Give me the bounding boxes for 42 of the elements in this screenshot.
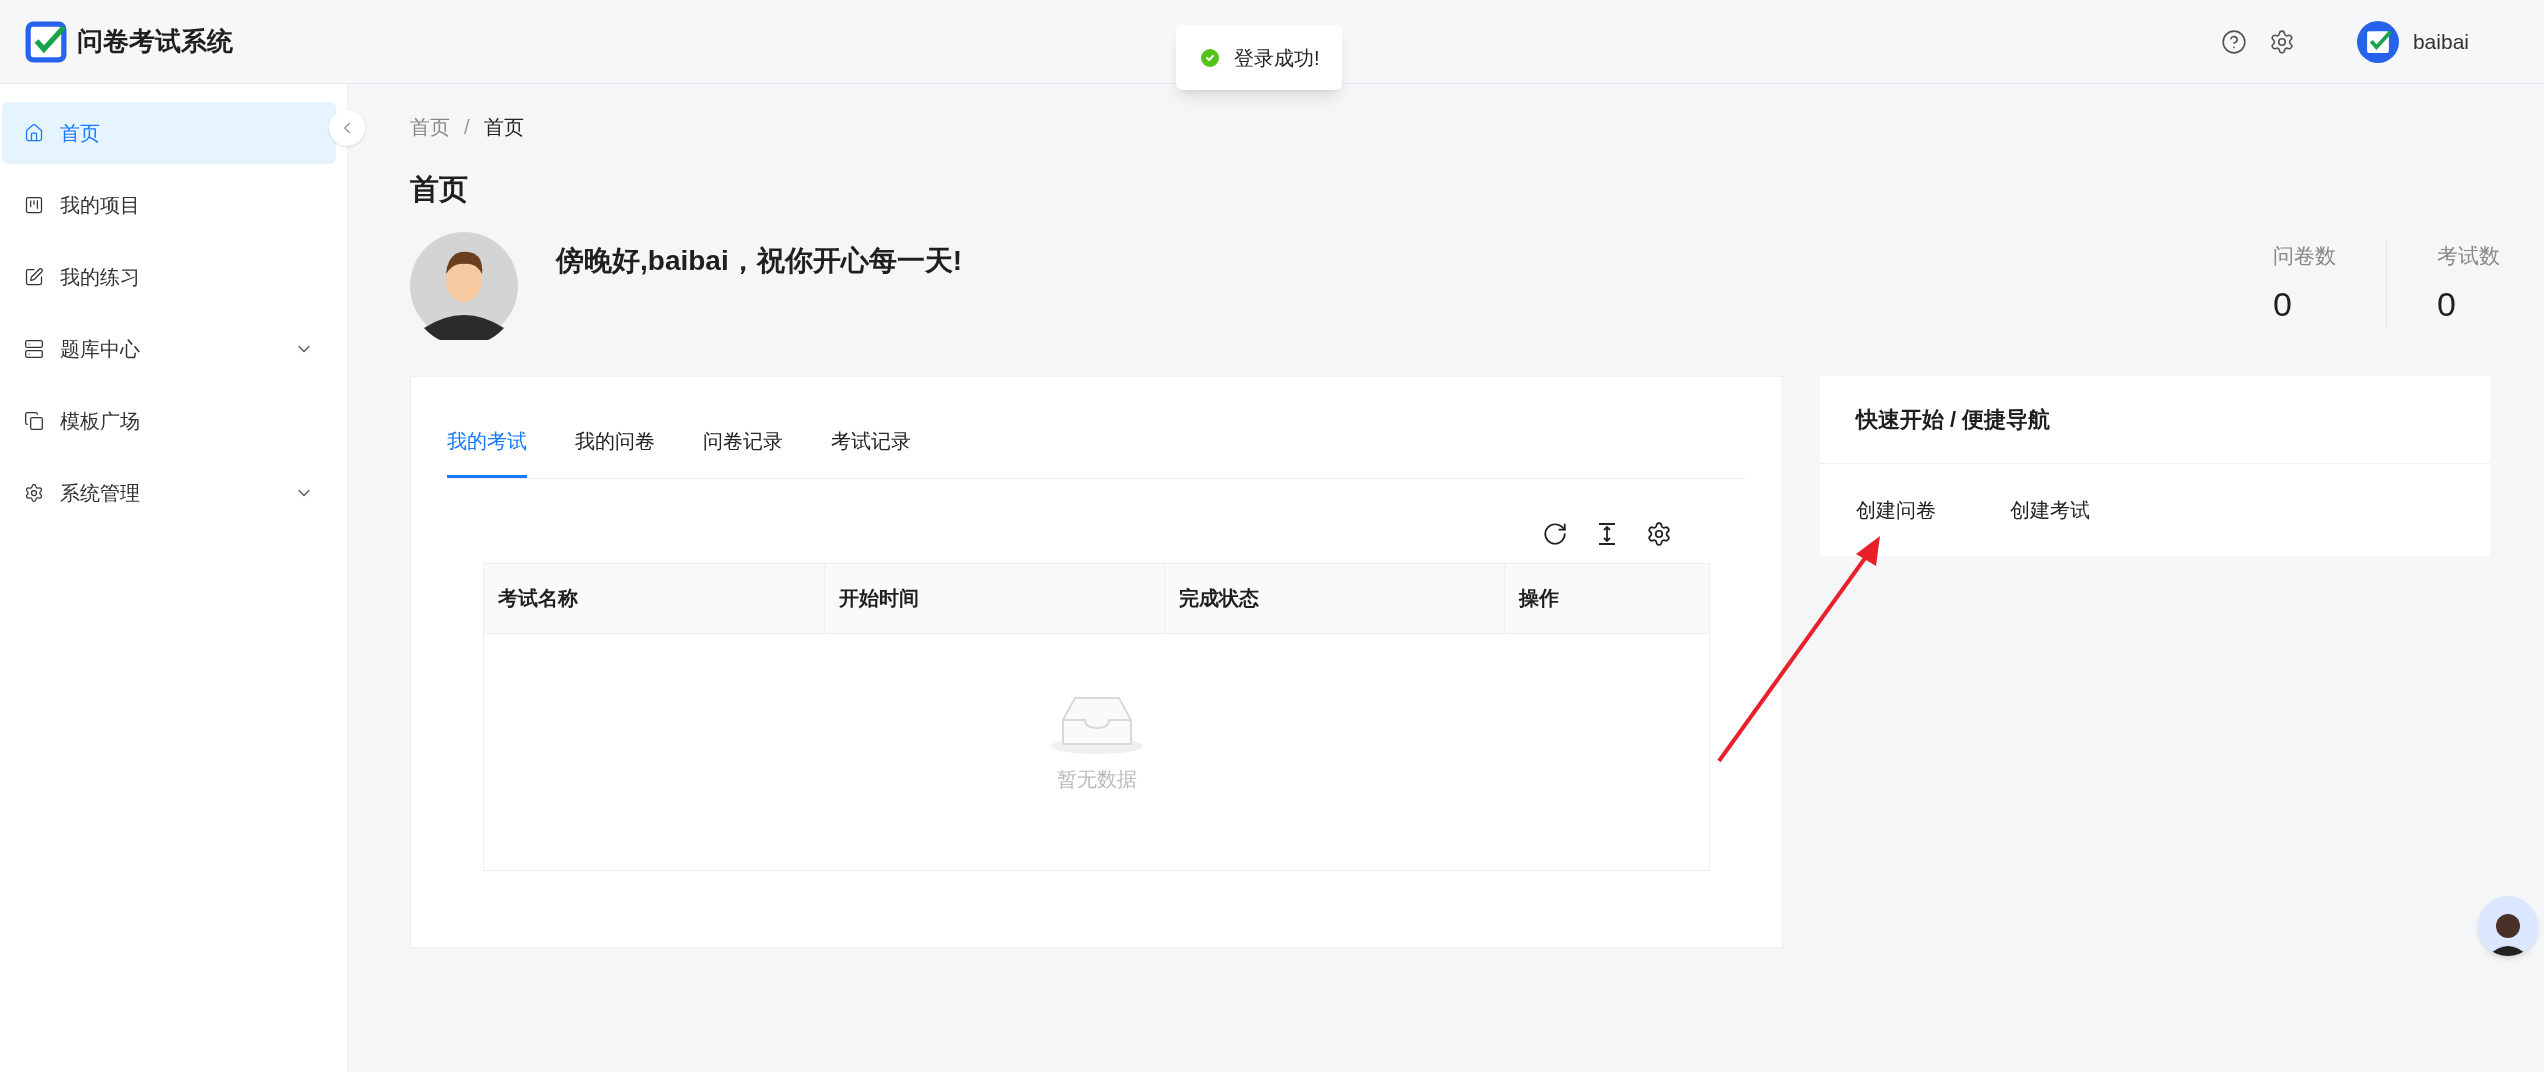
column-header: 完成状态 — [1164, 563, 1504, 633]
assistant-avatar[interactable] — [2478, 896, 2538, 956]
user-name[interactable]: baibai — [2412, 25, 2469, 58]
sidebar-item[interactable]: 系统管理 — [2, 462, 336, 524]
settings-icon[interactable] — [2268, 28, 2295, 55]
copy-icon — [24, 411, 44, 431]
breadcrumb-separator: / — [464, 115, 470, 140]
app-title: 问卷考试系统 — [77, 25, 233, 58]
sidebar-item[interactable]: 我的项目 — [2, 174, 336, 236]
home-icon — [24, 123, 44, 143]
stat-value: 0 — [2437, 284, 2457, 325]
sidebar-item[interactable]: 题库中心 — [2, 318, 336, 380]
sidebar-item[interactable]: 我的练习 — [2, 246, 336, 308]
tab[interactable]: 问卷记录 — [703, 406, 783, 478]
page-title: 首页 — [410, 172, 469, 207]
stat-value: 0 — [2273, 284, 2293, 325]
sidebar-item[interactable]: 模板广场 — [2, 390, 336, 452]
tab[interactable]: 考试记录 — [831, 406, 911, 478]
settings-icon — [24, 483, 44, 503]
breadcrumb-item: 首页 — [483, 115, 524, 140]
refresh-icon[interactable] — [1542, 520, 1568, 547]
stat-label: 问卷数 — [2273, 242, 2336, 269]
settings-icon[interactable] — [1646, 520, 1672, 547]
user-avatar[interactable] — [2356, 20, 2399, 63]
quick-link[interactable]: 创建考试 — [2010, 494, 2090, 525]
sidebar-item[interactable]: 首页 — [2, 102, 336, 164]
column-header: 操作 — [1504, 563, 1709, 633]
tab[interactable]: 我的考试 — [447, 406, 527, 478]
checkbox-logo-icon — [25, 20, 67, 63]
stat-label: 考试数 — [2437, 242, 2500, 269]
tab[interactable]: 我的问卷 — [575, 406, 655, 478]
card-title: 快速开始 / 便捷导航 — [1856, 405, 2051, 434]
edit-icon — [24, 267, 44, 287]
quick-link[interactable]: 创建问卷 — [1856, 494, 1936, 525]
empty-text: 暂无数据 — [1056, 766, 1137, 792]
board-icon — [24, 195, 44, 215]
toast: 登录成功! — [1176, 25, 1342, 90]
greeting-text: 傍晚好,baibai，祝你开心每一天! — [556, 243, 962, 278]
column-header: 开始时间 — [824, 563, 1164, 633]
list-icon — [24, 339, 44, 359]
help-icon[interactable] — [2220, 28, 2247, 55]
column-header: 考试名称 — [497, 586, 579, 611]
